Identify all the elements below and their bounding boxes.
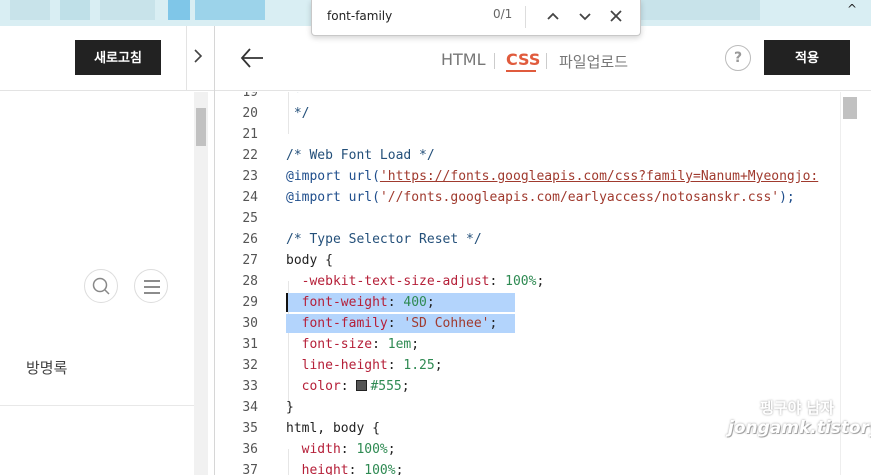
code-text: body { <box>286 253 333 268</box>
watermark-text: 펭구야 남자 <box>760 399 835 417</box>
refresh-button[interactable]: 새로고침 <box>75 40 161 75</box>
tab-separator <box>546 53 547 69</box>
code-line[interactable]: 24 @import url('//fonts.googleapis.com/ea… <box>215 187 840 208</box>
app-root: ^ 새로고침 방명록 HTML CSS 파일업로드 ? 적용 19 * 20 *… <box>0 0 871 475</box>
menu-button[interactable] <box>134 269 168 303</box>
line-number: 20 <box>242 106 258 121</box>
code-text: /* Web Font Load */ <box>286 148 435 163</box>
blurred-tab <box>100 0 155 20</box>
active-tab-underline <box>506 70 536 72</box>
search-button[interactable] <box>84 269 118 303</box>
code-text: @import url('https://fonts.googleapis.co… <box>286 169 819 184</box>
line-number: 22 <box>242 148 258 163</box>
blurred-tab <box>60 0 90 20</box>
code-line[interactable]: 37 height: 100%; <box>215 460 840 475</box>
left-panel-header: 새로고침 <box>0 26 214 91</box>
line-number: 26 <box>242 232 258 247</box>
line-number: 34 <box>242 400 258 415</box>
left-scrollbar-track[interactable] <box>194 92 208 475</box>
line-number: 37 <box>242 463 258 475</box>
code-text: font-weight: 400; <box>301 295 435 310</box>
divider <box>186 26 187 91</box>
code-line[interactable]: 34} <box>215 397 840 418</box>
tab-separator <box>494 53 495 69</box>
line-number: 35 <box>242 421 258 436</box>
line-number: 27 <box>242 253 258 268</box>
code-line[interactable]: 26 /* Type Selector Reset */ <box>215 229 840 250</box>
code-line[interactable]: 32 line-height: 1.25; <box>215 355 840 376</box>
code-line[interactable]: 27 body { <box>215 250 840 271</box>
left-panel: 새로고침 방명록 <box>0 26 214 475</box>
code-text: * <box>286 92 302 100</box>
code-text: } <box>286 400 294 415</box>
code-text: font-family: 'SD Cohhee'; <box>301 316 498 331</box>
line-number: 25 <box>242 211 258 226</box>
code-line[interactable]: 19 * <box>215 92 840 103</box>
blurred-tab <box>168 0 190 20</box>
code-text: html, body { <box>286 421 380 436</box>
line-number: 24 <box>242 190 258 205</box>
watermark-url: jongamk.tistory.com <box>728 418 871 438</box>
tab-html[interactable]: HTML <box>441 50 486 69</box>
hamburger-icon <box>144 280 160 294</box>
code-line[interactable]: 28 -webkit-text-size-adjust: 100%; <box>215 271 840 292</box>
editor-scrollbar-thumb[interactable] <box>843 97 857 119</box>
code-text: */ <box>286 106 310 121</box>
code-text: width: 100%; <box>301 442 396 457</box>
text-cursor <box>286 293 288 312</box>
code-text: height: 100%; <box>301 463 404 475</box>
help-button[interactable]: ? <box>725 45 751 71</box>
color-swatch[interactable] <box>356 380 368 391</box>
apply-button[interactable]: 적용 <box>764 40 850 75</box>
line-number: 36 <box>242 442 258 457</box>
chevron-up-icon[interactable] <box>541 4 565 28</box>
line-number: 29 <box>242 295 258 310</box>
divider <box>525 6 526 28</box>
divider <box>0 405 194 406</box>
code-line[interactable]: 23 @import url('https://fonts.googleapis.… <box>215 166 840 187</box>
code-line[interactable]: 29 font-weight: 400; <box>215 292 840 313</box>
code-line[interactable]: 31 font-size: 1em; <box>215 334 840 355</box>
line-number: 21 <box>242 127 258 142</box>
line-number: 30 <box>242 316 258 331</box>
line-number: 33 <box>242 379 258 394</box>
search-icon <box>92 277 110 295</box>
code-line[interactable]: 21 <box>215 124 840 145</box>
tab-css[interactable]: CSS <box>506 50 540 69</box>
find-bar: 0/1 <box>311 0 641 36</box>
code-text: @import url('//fonts.googleapis.com/earl… <box>286 190 795 205</box>
blurred-tab <box>10 0 50 20</box>
code-line[interactable]: 36 width: 100%; <box>215 439 840 460</box>
line-number: 19 <box>242 92 258 100</box>
line-number: 31 <box>242 337 258 352</box>
chevron-down-icon[interactable] <box>573 4 597 28</box>
code-line[interactable]: 22 /* Web Font Load */ <box>215 145 840 166</box>
code-text: /* Type Selector Reset */ <box>286 232 482 247</box>
chevron-right-icon[interactable] <box>193 48 203 64</box>
find-input[interactable] <box>327 6 547 26</box>
tab-file-upload[interactable]: 파일업로드 <box>559 51 628 72</box>
arrow-left-icon[interactable] <box>239 45 265 71</box>
code-text: -webkit-text-size-adjust: 100%; <box>301 274 545 289</box>
code-line[interactable]: 30 font-family: 'SD Cohhee'; <box>215 313 840 334</box>
blurred-tab <box>195 0 265 20</box>
left-scrollbar-thumb[interactable] <box>196 108 206 146</box>
guestbook-link[interactable]: 방명록 <box>26 357 67 378</box>
find-match-count: 0/1 <box>493 7 513 21</box>
collapse-caret-icon[interactable]: ^ <box>847 2 857 16</box>
close-icon[interactable] <box>604 4 628 28</box>
blurred-tab <box>640 0 760 20</box>
code-text: font-size: 1em; <box>301 337 420 352</box>
code-text: color: #555; <box>301 379 410 394</box>
line-number: 23 <box>242 169 258 184</box>
code-text: line-height: 1.25; <box>301 358 443 373</box>
code-line[interactable]: 33 color: #555; <box>215 376 840 397</box>
line-number: 28 <box>242 274 258 289</box>
line-number: 32 <box>242 358 258 373</box>
code-line[interactable]: 25 <box>215 208 840 229</box>
code-line[interactable]: 20 */ <box>215 103 840 124</box>
